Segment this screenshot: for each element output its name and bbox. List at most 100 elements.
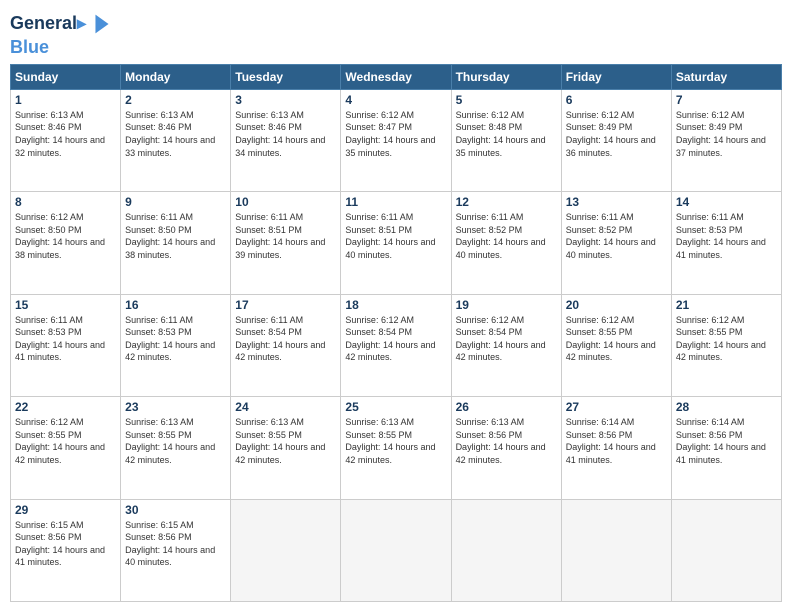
logo-blue: Blue bbox=[10, 38, 116, 58]
day-header-friday: Friday bbox=[561, 64, 671, 89]
day-info: Sunrise: 6:13 AMSunset: 8:46 PMDaylight:… bbox=[15, 109, 116, 159]
day-number: 24 bbox=[235, 400, 336, 414]
calendar-cell: 14 Sunrise: 6:11 AMSunset: 8:53 PMDaylig… bbox=[671, 192, 781, 294]
day-info: Sunrise: 6:13 AMSunset: 8:55 PMDaylight:… bbox=[125, 416, 226, 466]
day-number: 29 bbox=[15, 503, 116, 517]
day-info: Sunrise: 6:11 AMSunset: 8:51 PMDaylight:… bbox=[345, 211, 446, 261]
day-header-thursday: Thursday bbox=[451, 64, 561, 89]
day-info: Sunrise: 6:11 AMSunset: 8:52 PMDaylight:… bbox=[566, 211, 667, 261]
calendar-cell: 9 Sunrise: 6:11 AMSunset: 8:50 PMDayligh… bbox=[121, 192, 231, 294]
calendar-table: SundayMondayTuesdayWednesdayThursdayFrid… bbox=[10, 64, 782, 602]
day-info: Sunrise: 6:12 AMSunset: 8:54 PMDaylight:… bbox=[456, 314, 557, 364]
calendar-cell: 17 Sunrise: 6:11 AMSunset: 8:54 PMDaylig… bbox=[231, 294, 341, 396]
calendar-cell: 8 Sunrise: 6:12 AMSunset: 8:50 PMDayligh… bbox=[11, 192, 121, 294]
calendar-cell: 12 Sunrise: 6:11 AMSunset: 8:52 PMDaylig… bbox=[451, 192, 561, 294]
day-number: 19 bbox=[456, 298, 557, 312]
week-row-4: 22 Sunrise: 6:12 AMSunset: 8:55 PMDaylig… bbox=[11, 397, 782, 499]
calendar-cell: 4 Sunrise: 6:12 AMSunset: 8:47 PMDayligh… bbox=[341, 89, 451, 191]
day-number: 15 bbox=[15, 298, 116, 312]
calendar-cell: 15 Sunrise: 6:11 AMSunset: 8:53 PMDaylig… bbox=[11, 294, 121, 396]
day-number: 9 bbox=[125, 195, 226, 209]
day-info: Sunrise: 6:11 AMSunset: 8:50 PMDaylight:… bbox=[125, 211, 226, 261]
day-number: 5 bbox=[456, 93, 557, 107]
calendar-cell: 30 Sunrise: 6:15 AMSunset: 8:56 PMDaylig… bbox=[121, 499, 231, 601]
calendar-cell: 19 Sunrise: 6:12 AMSunset: 8:54 PMDaylig… bbox=[451, 294, 561, 396]
day-number: 28 bbox=[676, 400, 777, 414]
calendar-cell: 2 Sunrise: 6:13 AMSunset: 8:46 PMDayligh… bbox=[121, 89, 231, 191]
day-number: 6 bbox=[566, 93, 667, 107]
day-number: 16 bbox=[125, 298, 226, 312]
day-info: Sunrise: 6:12 AMSunset: 8:49 PMDaylight:… bbox=[676, 109, 777, 159]
day-info: Sunrise: 6:13 AMSunset: 8:46 PMDaylight:… bbox=[235, 109, 336, 159]
calendar-cell: 21 Sunrise: 6:12 AMSunset: 8:55 PMDaylig… bbox=[671, 294, 781, 396]
calendar-cell: 6 Sunrise: 6:12 AMSunset: 8:49 PMDayligh… bbox=[561, 89, 671, 191]
calendar-cell: 11 Sunrise: 6:11 AMSunset: 8:51 PMDaylig… bbox=[341, 192, 451, 294]
day-number: 25 bbox=[345, 400, 446, 414]
day-number: 20 bbox=[566, 298, 667, 312]
calendar-cell bbox=[671, 499, 781, 601]
calendar-cell: 5 Sunrise: 6:12 AMSunset: 8:48 PMDayligh… bbox=[451, 89, 561, 191]
day-info: Sunrise: 6:14 AMSunset: 8:56 PMDaylight:… bbox=[566, 416, 667, 466]
day-info: Sunrise: 6:13 AMSunset: 8:55 PMDaylight:… bbox=[235, 416, 336, 466]
day-info: Sunrise: 6:15 AMSunset: 8:56 PMDaylight:… bbox=[15, 519, 116, 569]
calendar-body: 1 Sunrise: 6:13 AMSunset: 8:46 PMDayligh… bbox=[11, 89, 782, 601]
day-info: Sunrise: 6:12 AMSunset: 8:49 PMDaylight:… bbox=[566, 109, 667, 159]
calendar-cell: 18 Sunrise: 6:12 AMSunset: 8:54 PMDaylig… bbox=[341, 294, 451, 396]
day-info: Sunrise: 6:13 AMSunset: 8:55 PMDaylight:… bbox=[345, 416, 446, 466]
day-number: 22 bbox=[15, 400, 116, 414]
day-number: 21 bbox=[676, 298, 777, 312]
day-number: 13 bbox=[566, 195, 667, 209]
week-row-2: 8 Sunrise: 6:12 AMSunset: 8:50 PMDayligh… bbox=[11, 192, 782, 294]
calendar-cell bbox=[231, 499, 341, 601]
calendar-cell: 22 Sunrise: 6:12 AMSunset: 8:55 PMDaylig… bbox=[11, 397, 121, 499]
day-info: Sunrise: 6:11 AMSunset: 8:53 PMDaylight:… bbox=[15, 314, 116, 364]
day-info: Sunrise: 6:14 AMSunset: 8:56 PMDaylight:… bbox=[676, 416, 777, 466]
day-number: 8 bbox=[15, 195, 116, 209]
week-row-5: 29 Sunrise: 6:15 AMSunset: 8:56 PMDaylig… bbox=[11, 499, 782, 601]
day-info: Sunrise: 6:12 AMSunset: 8:50 PMDaylight:… bbox=[15, 211, 116, 261]
day-number: 3 bbox=[235, 93, 336, 107]
calendar-cell: 28 Sunrise: 6:14 AMSunset: 8:56 PMDaylig… bbox=[671, 397, 781, 499]
day-info: Sunrise: 6:11 AMSunset: 8:54 PMDaylight:… bbox=[235, 314, 336, 364]
day-info: Sunrise: 6:15 AMSunset: 8:56 PMDaylight:… bbox=[125, 519, 226, 569]
day-number: 17 bbox=[235, 298, 336, 312]
day-number: 1 bbox=[15, 93, 116, 107]
day-info: Sunrise: 6:11 AMSunset: 8:53 PMDaylight:… bbox=[125, 314, 226, 364]
calendar-cell: 23 Sunrise: 6:13 AMSunset: 8:55 PMDaylig… bbox=[121, 397, 231, 499]
calendar-cell: 3 Sunrise: 6:13 AMSunset: 8:46 PMDayligh… bbox=[231, 89, 341, 191]
day-header-sunday: Sunday bbox=[11, 64, 121, 89]
day-header-saturday: Saturday bbox=[671, 64, 781, 89]
day-info: Sunrise: 6:11 AMSunset: 8:51 PMDaylight:… bbox=[235, 211, 336, 261]
calendar-cell: 1 Sunrise: 6:13 AMSunset: 8:46 PMDayligh… bbox=[11, 89, 121, 191]
calendar-cell: 26 Sunrise: 6:13 AMSunset: 8:56 PMDaylig… bbox=[451, 397, 561, 499]
day-number: 7 bbox=[676, 93, 777, 107]
day-number: 26 bbox=[456, 400, 557, 414]
calendar-cell: 24 Sunrise: 6:13 AMSunset: 8:55 PMDaylig… bbox=[231, 397, 341, 499]
day-info: Sunrise: 6:13 AMSunset: 8:46 PMDaylight:… bbox=[125, 109, 226, 159]
logo-icon bbox=[88, 10, 116, 38]
calendar-cell: 25 Sunrise: 6:13 AMSunset: 8:55 PMDaylig… bbox=[341, 397, 451, 499]
day-number: 11 bbox=[345, 195, 446, 209]
calendar-header-row: SundayMondayTuesdayWednesdayThursdayFrid… bbox=[11, 64, 782, 89]
day-info: Sunrise: 6:12 AMSunset: 8:55 PMDaylight:… bbox=[566, 314, 667, 364]
day-number: 30 bbox=[125, 503, 226, 517]
day-number: 14 bbox=[676, 195, 777, 209]
day-number: 4 bbox=[345, 93, 446, 107]
day-header-monday: Monday bbox=[121, 64, 231, 89]
day-header-wednesday: Wednesday bbox=[341, 64, 451, 89]
calendar-cell bbox=[561, 499, 671, 601]
day-info: Sunrise: 6:12 AMSunset: 8:54 PMDaylight:… bbox=[345, 314, 446, 364]
logo-text: General▸ bbox=[10, 14, 86, 34]
calendar-cell: 13 Sunrise: 6:11 AMSunset: 8:52 PMDaylig… bbox=[561, 192, 671, 294]
day-info: Sunrise: 6:12 AMSunset: 8:47 PMDaylight:… bbox=[345, 109, 446, 159]
day-number: 23 bbox=[125, 400, 226, 414]
day-info: Sunrise: 6:12 AMSunset: 8:55 PMDaylight:… bbox=[15, 416, 116, 466]
calendar-cell: 16 Sunrise: 6:11 AMSunset: 8:53 PMDaylig… bbox=[121, 294, 231, 396]
calendar-cell: 27 Sunrise: 6:14 AMSunset: 8:56 PMDaylig… bbox=[561, 397, 671, 499]
day-info: Sunrise: 6:12 AMSunset: 8:48 PMDaylight:… bbox=[456, 109, 557, 159]
week-row-1: 1 Sunrise: 6:13 AMSunset: 8:46 PMDayligh… bbox=[11, 89, 782, 191]
calendar-cell: 29 Sunrise: 6:15 AMSunset: 8:56 PMDaylig… bbox=[11, 499, 121, 601]
calendar-cell: 20 Sunrise: 6:12 AMSunset: 8:55 PMDaylig… bbox=[561, 294, 671, 396]
calendar-cell bbox=[341, 499, 451, 601]
calendar-cell bbox=[451, 499, 561, 601]
